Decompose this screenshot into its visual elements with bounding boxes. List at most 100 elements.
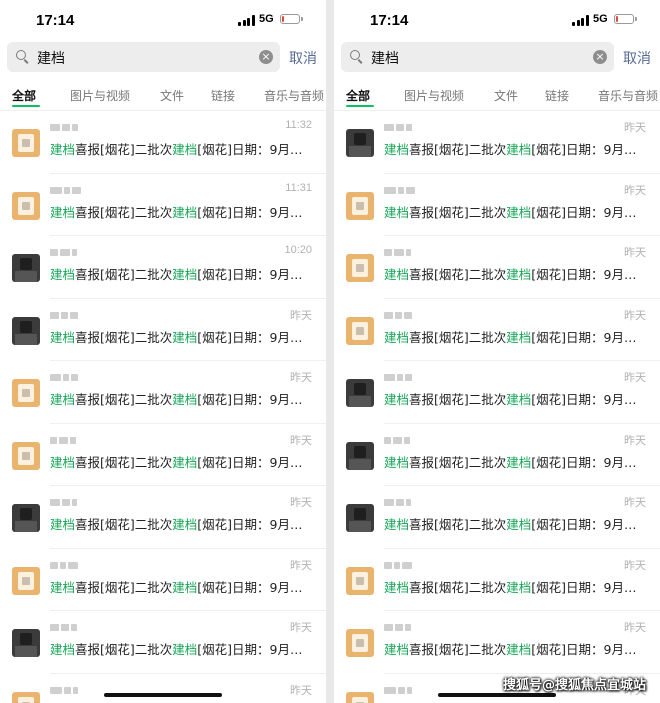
- contact-name-blurred: [384, 249, 413, 257]
- snippet-text: [烟花]日期：9月…: [531, 517, 637, 532]
- contact-name-blurred: [50, 124, 80, 132]
- list-item[interactable]: 昨天建档喜报[烟花]二批次建档[烟花]日期：9月…: [334, 611, 660, 674]
- battery-icon: [280, 14, 303, 24]
- snippet-text: 喜报[烟花]二批次: [409, 642, 507, 657]
- cancel-button[interactable]: 取消: [623, 48, 651, 68]
- list-item[interactable]: 昨天建档喜报[烟花]二批次建档[烟花]日期：9月…: [0, 549, 326, 612]
- search-icon: [350, 50, 360, 60]
- contact-name-blurred: [384, 311, 414, 320]
- list-item[interactable]: 昨天建档喜报[烟花]二批次建档[烟花]日期：9月…: [334, 361, 660, 424]
- clear-icon[interactable]: ×: [593, 50, 607, 64]
- snippet-text: [烟花]日期：9月…: [197, 454, 303, 470]
- avatar: [346, 191, 374, 220]
- list-item[interactable]: 10:20 建档喜报[烟花]二批次建档[烟花]日期：9月…: [0, 236, 326, 299]
- list-item[interactable]: 昨天建档喜报[烟花]二批次建档[烟花]日期：9月…: [334, 236, 660, 299]
- list-item[interactable]: 昨天建档喜报[烟花]二批次建档[烟花]日期：9月…: [0, 299, 326, 362]
- keyword-highlight: 建档: [172, 204, 198, 220]
- message-time: 昨天: [290, 372, 312, 384]
- contact-name-blurred: [50, 436, 78, 445]
- list-item[interactable]: 昨天建档喜报[烟花]二批次建档[烟花]日期：9月…: [0, 611, 326, 674]
- keyword-highlight: 建档: [50, 329, 76, 345]
- list-item[interactable]: 昨天建档喜报[烟花]二批次建档[烟花]日期：9月…: [0, 424, 326, 487]
- message-time: 昨天: [290, 309, 312, 322]
- message-time: 昨天: [624, 434, 646, 447]
- list-item[interactable]: 昨天建档喜报[烟花]二批次建档[烟花]日期：9月…: [0, 361, 326, 424]
- contact-name-blurred: [50, 686, 80, 695]
- tab-links[interactable]: 链接: [545, 87, 569, 104]
- list-item[interactable]: 昨天建档喜报[烟花]二批次建档[烟花]日期：9月…: [0, 674, 326, 703]
- battery-icon: [614, 14, 637, 24]
- keyword-highlight: 建档: [172, 142, 198, 157]
- list-item[interactable]: 11:32 建档喜报[烟花]二批次建档[烟花]日期：9月…: [0, 111, 326, 174]
- list-item[interactable]: 昨天建档喜报[烟花]二批次建档[烟花]日期：9月…: [334, 299, 660, 362]
- list-item[interactable]: 昨天建档喜报[烟花]二批次建档[烟花]日期：9月…: [334, 174, 660, 237]
- snippet-text: [烟花]日期：9月…: [531, 392, 637, 407]
- filter-tabs: 全部 图片与视频 文件 链接 音乐与音频: [0, 78, 326, 111]
- message-snippet: 建档喜报[烟花]二批次建档[烟花]日期：9月…: [50, 202, 303, 221]
- avatar: [12, 379, 40, 407]
- message-time: 昨天: [290, 497, 312, 509]
- tab-music-audio[interactable]: 音乐与音频: [598, 87, 658, 104]
- list-item[interactable]: 昨天建档喜报[烟花]二批次建档[烟花]日期：9月…: [0, 486, 326, 549]
- watermark: 搜狐号@搜狐焦点宜城站: [502, 678, 646, 693]
- tab-links[interactable]: 链接: [211, 87, 235, 104]
- tab-files[interactable]: 文件: [494, 87, 518, 104]
- snippet-text: 喜报[烟花]二批次: [75, 454, 173, 470]
- clear-icon[interactable]: ×: [259, 50, 273, 64]
- message-time: 昨天: [624, 372, 646, 384]
- contact-name-blurred: [384, 186, 417, 195]
- contact-name-blurred: [384, 686, 414, 695]
- contact-name-blurred: [384, 436, 412, 445]
- search-input[interactable]: 建档 ×: [7, 42, 280, 72]
- list-item[interactable]: 昨天建档喜报[烟花]二批次建档[烟花]日期：9月…: [334, 111, 660, 174]
- message-snippet: 建档喜报[烟花]二批次建档[烟花]日期：9月…: [50, 264, 303, 283]
- snippet-text: 喜报[烟花]二批次: [409, 454, 507, 470]
- search-bar: 建档 × 取消: [0, 38, 326, 78]
- contact-name-blurred: [384, 499, 413, 507]
- keyword-highlight: 建档: [384, 204, 410, 220]
- signal-icon: [238, 15, 255, 26]
- list-item[interactable]: 昨天建档喜报[烟花]二批次建档[烟花]日期：9月…: [334, 486, 660, 549]
- list-item[interactable]: 11:31 建档喜报[烟花]二批次建档[烟花]日期：9月…: [0, 174, 326, 237]
- tab-files[interactable]: 文件: [160, 87, 184, 104]
- tab-music-audio[interactable]: 音乐与音频: [264, 87, 324, 104]
- contact-name-blurred: [384, 561, 414, 570]
- search-query: 建档: [371, 51, 399, 67]
- contact-name-blurred: [384, 124, 414, 132]
- avatar: [346, 129, 374, 157]
- contact-name-blurred: [50, 561, 80, 570]
- avatar: [346, 629, 374, 657]
- signal-icon: [572, 15, 589, 26]
- cancel-button[interactable]: 取消: [289, 48, 317, 68]
- search-icon: [16, 50, 26, 60]
- message-snippet: 建档喜报[烟花]二批次建档[烟花]日期：9月…: [384, 202, 637, 221]
- list-item[interactable]: 昨天建档喜报[烟花]二批次建档[烟花]日期：9月…: [334, 549, 660, 612]
- keyword-highlight: 建档: [172, 392, 198, 407]
- avatar: [346, 316, 374, 345]
- message-snippet: 建档喜报[烟花]二批次建档[烟花]日期：9月…: [50, 639, 303, 658]
- contact-name-blurred: [50, 624, 79, 632]
- tab-all[interactable]: 全部: [12, 87, 36, 104]
- snippet-text: 喜报[烟花]二批次: [409, 267, 507, 282]
- keyword-highlight: 建档: [50, 204, 76, 220]
- keyword-highlight: 建档: [172, 454, 198, 470]
- keyword-highlight: 建档: [384, 142, 410, 157]
- tab-images-videos[interactable]: 图片与视频: [404, 87, 464, 104]
- message-time: 昨天: [624, 559, 646, 572]
- status-bar: 17:14 5G: [0, 0, 326, 38]
- avatar: [346, 691, 374, 703]
- tab-images-videos[interactable]: 图片与视频: [70, 87, 130, 104]
- message-time: 昨天: [290, 684, 312, 697]
- list-item[interactable]: 昨天建档喜报[烟花]二批次建档[烟花]日期：9月…: [334, 424, 660, 487]
- avatar: [12, 129, 40, 157]
- snippet-text: [烟花]日期：9月…: [197, 204, 303, 220]
- snippet-text: 喜报[烟花]二批次: [409, 579, 507, 595]
- search-input[interactable]: 建档 ×: [341, 42, 614, 72]
- snippet-text: 喜报[烟花]二批次: [75, 392, 173, 407]
- tab-all[interactable]: 全部: [346, 87, 370, 104]
- keyword-highlight: 建档: [506, 267, 532, 282]
- avatar: [12, 629, 40, 657]
- status-bar: 17:14 5G: [334, 0, 660, 38]
- avatar: [12, 254, 40, 282]
- message-snippet: 建档喜报[烟花]二批次建档[烟花]日期：9月…: [384, 327, 637, 346]
